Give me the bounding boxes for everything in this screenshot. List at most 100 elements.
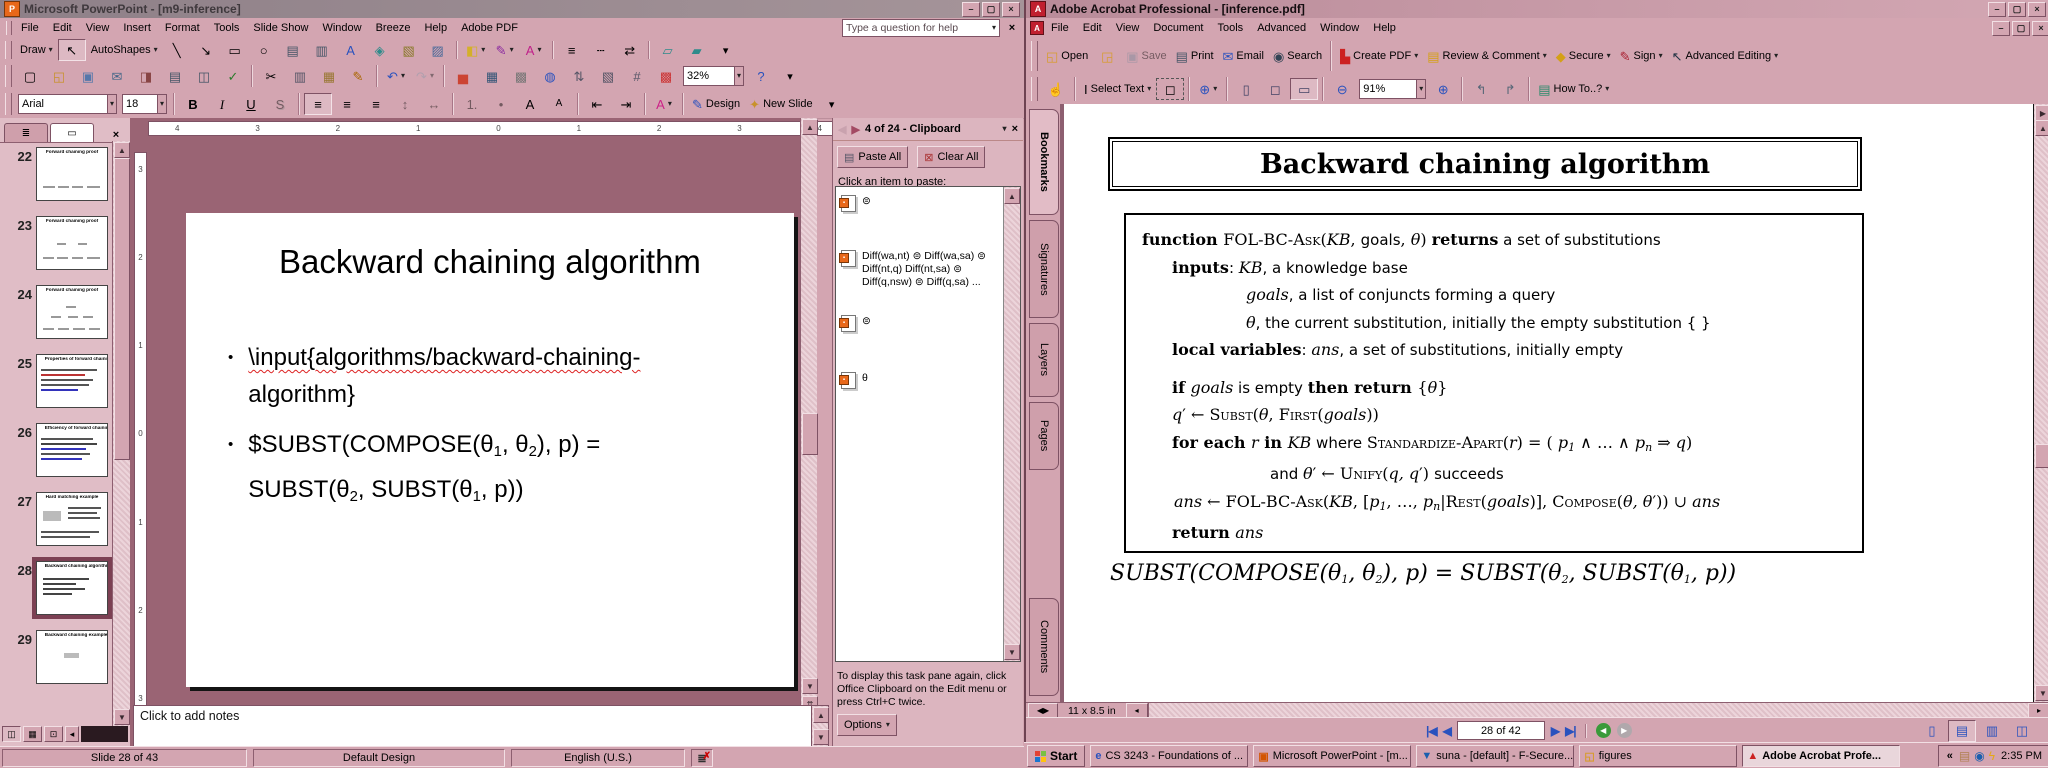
autoshapes-menu[interactable]: AutoShapes▾ xyxy=(87,39,162,61)
undo-button[interactable]: ↶▾ xyxy=(382,65,410,87)
tab-pages[interactable]: Pages xyxy=(1029,402,1059,470)
fit-width-button[interactable]: ▭ xyxy=(1290,78,1318,100)
line-tool[interactable]: ╲ xyxy=(163,39,191,61)
scroll-up-icon[interactable]: ▲ xyxy=(114,142,130,158)
format-painter-button[interactable]: ✎ xyxy=(344,65,372,87)
ppt-menu-slide-show[interactable]: Slide Show xyxy=(246,20,315,36)
start-button[interactable]: Start xyxy=(1027,745,1085,767)
previous-view-button[interactable]: ◀ xyxy=(1596,723,1611,738)
clear-all-button[interactable]: ⊠ Clear All xyxy=(917,146,985,168)
single-page-button[interactable]: ▯ xyxy=(1918,720,1946,742)
zoom-level-input[interactable]: 91%▾ xyxy=(1359,79,1426,99)
review-and-comment-button[interactable]: ▤Review & Comment▾ xyxy=(1423,45,1551,67)
align-center-button[interactable]: ≡ xyxy=(333,93,361,115)
acrobat-menu-view[interactable]: View xyxy=(1109,20,1147,36)
acrobat-menu-advanced[interactable]: Advanced xyxy=(1250,20,1313,36)
pdf-vertical-scrollbar[interactable]: ▶ ▲ ▼ xyxy=(2033,104,2048,702)
formatting-toolbar-overflow-button[interactable]: ▾ xyxy=(818,93,846,115)
pdf-page[interactable]: Backward chaining algorithm function FOL… xyxy=(1064,104,2034,702)
print-button[interactable]: ▤Print xyxy=(1172,45,1218,67)
increase-indent-button[interactable]: ⇥ xyxy=(612,93,640,115)
zoom-in-button[interactable]: ⊕ xyxy=(1429,78,1457,100)
clipboard-scrollbar[interactable]: ▲ ▼ xyxy=(1003,187,1020,661)
minimize-button[interactable]: – xyxy=(1992,21,2010,36)
tab-comments[interactable]: Comments xyxy=(1029,598,1059,696)
create-pdf-button[interactable]: ▙Create PDF▾ xyxy=(1336,45,1422,67)
tab-signatures[interactable]: Signatures xyxy=(1029,220,1059,318)
tray-chevron-icon[interactable]: « xyxy=(1947,750,1953,762)
thumbnail-slide-image[interactable]: Backward chaining example xyxy=(36,630,108,684)
last-page-button[interactable]: ▶| xyxy=(1565,724,1576,738)
slide-thumbnail-23[interactable]: 23Forward chaining proof xyxy=(0,210,112,279)
taskbar-button-fsecure[interactable]: ▼suna - [default] - F-Secure... xyxy=(1416,745,1574,767)
continuous-facing-button[interactable]: ▥ xyxy=(1978,720,2006,742)
task-pane-back-icon[interactable]: ◀ xyxy=(838,123,846,136)
tray-fsecure-icon[interactable]: ◉ xyxy=(1974,749,1984,763)
scrollbar-thumb[interactable] xyxy=(2035,444,2048,468)
copy-button[interactable]: ▥ xyxy=(286,65,314,87)
print-button[interactable]: ▤ xyxy=(161,65,189,87)
close-button[interactable]: × xyxy=(1002,2,1020,17)
spelling-button[interactable]: ✓ xyxy=(219,65,247,87)
taskbar-button-powerpoint[interactable]: ▣Microsoft PowerPoint - [m... xyxy=(1253,745,1411,767)
zoom-in-tool[interactable]: ⊕▾ xyxy=(1194,78,1222,100)
decrease-indent-button[interactable]: ⇤ xyxy=(583,93,611,115)
ppt-menu-format[interactable]: Format xyxy=(158,20,207,36)
slide-show-button[interactable]: ⊡ xyxy=(44,726,63,742)
restore-button[interactable]: ▢ xyxy=(982,2,1000,17)
ppt-menu-adobe-pdf[interactable]: Adobe PDF xyxy=(454,20,525,36)
snapshot-tool[interactable]: ◻ xyxy=(1156,78,1184,100)
acrobat-menu-document[interactable]: Document xyxy=(1146,20,1210,36)
scroll-down-icon[interactable]: ▼ xyxy=(813,729,829,745)
hscroll-left-icon[interactable]: ◂ xyxy=(1126,703,1148,718)
slide-thumbnail-24[interactable]: 24Forward chaining proof xyxy=(0,279,112,348)
slide-canvas[interactable]: Backward chaining algorithm •\input{algo… xyxy=(186,213,794,687)
search-button[interactable]: ◉Search xyxy=(1269,45,1326,67)
drawing-toolbar-overflow-button[interactable]: ▾ xyxy=(712,39,740,61)
minimize-button[interactable]: – xyxy=(962,2,980,17)
next-view-button[interactable]: ↱ xyxy=(1496,78,1524,100)
show-formatting-button[interactable]: ▧ xyxy=(594,65,622,87)
print-preview-button[interactable]: ◫ xyxy=(190,65,218,87)
zoom-input[interactable]: 32%▾ xyxy=(683,66,744,86)
tray-updater-icon[interactable]: ϟ xyxy=(1989,749,1995,763)
italic-button[interactable]: I xyxy=(208,93,236,115)
dash-style-button[interactable]: ┄ xyxy=(587,39,615,61)
font-name-input[interactable]: Arial▾ xyxy=(18,94,117,114)
design-button[interactable]: ✎Design xyxy=(688,93,744,115)
next-view-button[interactable]: ▶ xyxy=(1617,723,1632,738)
ppt-menu-file[interactable]: File xyxy=(14,20,46,36)
paste-button[interactable]: ▦ xyxy=(315,65,343,87)
thumbnail-slide-image[interactable]: Forward chaining proof xyxy=(36,285,108,339)
how-to-button[interactable]: ▤How To..?▾ xyxy=(1534,78,1613,100)
help-question-input[interactable]: Type a question for help ▾ xyxy=(842,19,1000,37)
expand-all-button[interactable]: ⇅ xyxy=(565,65,593,87)
decrease-font-size-button[interactable]: A xyxy=(545,93,573,115)
insert-hyperlink-button[interactable]: ◍ xyxy=(536,65,564,87)
page-number-input[interactable]: 28 of 42 xyxy=(1457,721,1545,740)
slide-bullet-2[interactable]: •$SUBST(COMPOSE(θ1, θ2), p) =SUBST(θ2, S… xyxy=(228,426,774,516)
align-right-button[interactable]: ≡ xyxy=(362,93,390,115)
tab-bookmarks[interactable]: Bookmarks xyxy=(1029,109,1059,215)
clipboard-item-4[interactable]: ▪θ xyxy=(836,372,1020,389)
spelling-status-icon[interactable]: ≣✗ xyxy=(691,749,713,767)
underline-button[interactable]: U xyxy=(237,93,265,115)
save-button[interactable]: ▣ xyxy=(74,65,102,87)
first-page-button[interactable]: |◀ xyxy=(1426,724,1437,738)
ppt-menu-insert[interactable]: Insert xyxy=(116,20,158,36)
secure-button[interactable]: ◆Secure▾ xyxy=(1552,45,1615,67)
acrobat-menu-help[interactable]: Help xyxy=(1366,20,1403,36)
taskbar-button-ie[interactable]: eCS 3243 - Foundations of ... xyxy=(1090,745,1248,767)
rotate-text-button[interactable]: ↔ xyxy=(420,93,448,115)
slide-bullet-1[interactable]: •\input{algorithms/backward-chaining-alg… xyxy=(228,339,774,413)
slide-thumbnail-28[interactable]: 28Backward chaining algorithm xyxy=(0,555,112,624)
redo-button[interactable]: ↷▾ xyxy=(411,65,439,87)
scrollbar-thumb[interactable] xyxy=(802,413,818,455)
scroll-up-icon[interactable]: ▲ xyxy=(802,119,818,135)
ppt-menu-breeze[interactable]: Breeze xyxy=(369,20,418,36)
task-pane-menu-icon[interactable]: ▾ xyxy=(1003,125,1007,133)
notes-scrollbar[interactable]: ▲ ▼ xyxy=(811,705,829,747)
save-button[interactable]: ▣Save xyxy=(1122,45,1170,67)
thumbnail-slide-image[interactable]: Hard matching example xyxy=(36,492,108,546)
fit-page-button[interactable]: ◻ xyxy=(1261,78,1289,100)
